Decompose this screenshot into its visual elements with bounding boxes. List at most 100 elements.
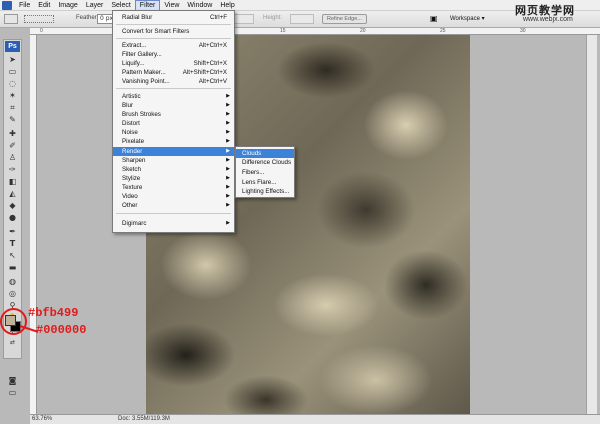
filter-menu-item-sharpen[interactable]: Sharpen ▶	[113, 156, 234, 165]
paint-bucket-tool-icon[interactable]: ◭	[6, 189, 19, 199]
move-tool-icon[interactable]: ➤	[6, 55, 19, 65]
menu-item-label: Noise	[122, 129, 138, 136]
menu-item-label: Extract...	[122, 42, 147, 49]
3d-orbit-tool-icon[interactable]: ◎	[6, 289, 19, 299]
ps-badge: Ps	[5, 41, 20, 52]
submenu-arrow-icon: ▶	[226, 93, 230, 99]
swap-colors-icon[interactable]: ⇄	[6, 338, 19, 348]
filter-menu-item-digimarc[interactable]: Digimarc ▶	[113, 219, 234, 228]
filter-menu-item-liquify[interactable]: Liquify... Shift+Ctrl+X	[113, 59, 234, 68]
3d-rotate-tool-icon[interactable]: ◍	[6, 277, 19, 287]
menu-item-label: Blur	[122, 102, 134, 109]
filter-menu-item-video[interactable]: Video ▶	[113, 192, 234, 201]
filter-menu-item-vanishing-point[interactable]: Vanishing Point... Alt+Ctrl+V	[113, 77, 234, 86]
refine-edge-button[interactable]: Refine Edge...	[322, 14, 367, 24]
height-label: Height:	[263, 15, 283, 21]
submenu-arrow-icon: ▶	[226, 111, 230, 117]
menu-item-label: Video	[122, 193, 138, 200]
height-input[interactable]	[290, 14, 314, 24]
lasso-tool-icon[interactable]: ◌	[6, 79, 19, 89]
submenu-arrow-icon: ▶	[226, 193, 230, 199]
history-brush-tool-icon[interactable]: ✑	[6, 165, 19, 175]
dodge-tool-icon[interactable]: ●	[6, 213, 19, 223]
render-menu-item-lighting-effects[interactable]: Lighting Effects...	[236, 187, 294, 196]
filter-menu-item-convert-smart-filters[interactable]: Convert for Smart Filters	[113, 27, 234, 36]
zoom-level[interactable]: 63.76%	[32, 416, 52, 422]
filter-menu-item-extract[interactable]: Extract... Alt+Ctrl+X	[113, 41, 234, 50]
workspace-button[interactable]: Workspace ▾	[450, 14, 485, 24]
blur-tool-icon[interactable]: ◆	[6, 201, 19, 211]
menu-layer[interactable]: Layer	[82, 0, 108, 11]
healing-brush-tool-icon[interactable]: ✚	[6, 129, 19, 139]
filter-menu-item-artistic[interactable]: Artistic ▶	[113, 92, 234, 101]
filter-menu-item-distort[interactable]: Distort ▶	[113, 119, 234, 128]
menu-item-label: Difference Clouds	[242, 159, 292, 166]
menu-edit[interactable]: Edit	[34, 0, 54, 11]
menu-item-shortcut: Ctrl+F	[209, 14, 227, 21]
marquee-tool-icon[interactable]: ▭	[6, 67, 19, 77]
filter-menu-item-filter-gallery[interactable]: Filter Gallery...	[113, 50, 234, 59]
menu-item-label: Clouds	[242, 150, 262, 157]
screen-mode-icon[interactable]: ▭	[6, 388, 19, 398]
slice-tool-icon[interactable]: ✎	[6, 115, 19, 125]
submenu-arrow-icon: ▶	[226, 175, 230, 181]
menu-item-label: Vanishing Point...	[122, 78, 170, 85]
menu-item-label: Convert for Smart Filters	[122, 28, 190, 35]
magic-wand-tool-icon[interactable]: ✶	[6, 91, 19, 101]
menu-item-label: Distort	[122, 120, 140, 127]
pen-tool-icon[interactable]: ✒	[6, 227, 19, 237]
render-menu-item-lens-flare[interactable]: Lens Flare...	[236, 178, 294, 187]
render-submenu: Clouds Difference Clouds Fibers... Lens …	[235, 146, 295, 198]
eraser-tool-icon[interactable]: ◧	[6, 177, 19, 187]
menu-item-label: Pattern Maker...	[122, 69, 166, 76]
submenu-arrow-icon: ▶	[226, 166, 230, 172]
menu-separator	[116, 88, 231, 89]
render-menu-item-difference-clouds[interactable]: Difference Clouds	[236, 158, 294, 167]
feather-label: Feather:	[76, 15, 99, 21]
vertical-scrollbar[interactable]	[586, 35, 597, 414]
filter-menu-item-pattern-maker[interactable]: Pattern Maker... Alt+Shift+Ctrl+X	[113, 68, 234, 77]
render-menu-item-fibers[interactable]: Fibers...	[236, 168, 294, 177]
menu-item-label: Render	[122, 148, 143, 155]
filter-menu-item-stylize[interactable]: Stylize ▶	[113, 174, 234, 183]
annotation-foreground-hex: #bfb499	[28, 306, 79, 320]
filter-menu-item-render[interactable]: Render ▶	[113, 147, 234, 156]
menu-item-shortcut: Shift+Ctrl+X	[193, 60, 227, 67]
menu-item-label: Artistic	[122, 93, 141, 100]
filter-menu-item-pixelate[interactable]: Pixelate ▶	[113, 137, 234, 146]
filter-menu-item-texture[interactable]: Texture ▶	[113, 183, 234, 192]
menu-item-label: Lens Flare...	[242, 179, 277, 186]
crop-tool-icon[interactable]: ⌗	[6, 103, 19, 113]
tool-preset-icon[interactable]	[4, 14, 18, 24]
type-tool-icon[interactable]: T	[6, 239, 19, 249]
menu-item-label: Other	[122, 202, 138, 209]
selection-mode-icon[interactable]	[24, 15, 54, 23]
ruler-tick: 30	[520, 28, 526, 34]
filter-menu-item-other[interactable]: Other ▶	[113, 201, 234, 210]
quick-mask-icon[interactable]: ◙	[6, 376, 19, 386]
document-size: Doc: 3.55M/119.3M	[118, 416, 170, 422]
menu-file[interactable]: File	[15, 0, 34, 11]
workspace-toggle-icon[interactable]: ▣	[430, 14, 442, 24]
submenu-arrow-icon: ▶	[226, 120, 230, 126]
submenu-arrow-icon: ▶	[226, 102, 230, 108]
ruler-tick: 0	[40, 28, 43, 34]
submenu-arrow-icon: ▶	[226, 202, 230, 208]
filter-menu-item-noise[interactable]: Noise ▶	[113, 128, 234, 137]
menu-item-label: Brush Strokes	[122, 111, 161, 118]
brush-tool-icon[interactable]: ✐	[6, 141, 19, 151]
filter-menu-item-brush-strokes[interactable]: Brush Strokes ▶	[113, 110, 234, 119]
menu-image[interactable]: Image	[54, 0, 81, 11]
render-menu-item-clouds[interactable]: Clouds	[236, 149, 294, 158]
filter-menu-item-radial-blur[interactable]: Radial Blur Ctrl+F	[113, 13, 234, 22]
path-selection-tool-icon[interactable]: ↖	[6, 251, 19, 261]
menu-item-shortcut: Alt+Ctrl+V	[198, 78, 227, 85]
submenu-arrow-icon: ▶	[226, 157, 230, 163]
menu-item-label: Sketch	[122, 166, 141, 173]
clone-stamp-tool-icon[interactable]: ♙	[6, 153, 19, 163]
filter-menu-item-blur[interactable]: Blur ▶	[113, 101, 234, 110]
filter-menu-item-sketch[interactable]: Sketch ▶	[113, 165, 234, 174]
submenu-arrow-icon: ▶	[226, 220, 230, 226]
status-bar: 63.76% Doc: 3.55M/119.3M	[30, 414, 600, 424]
shape-tool-icon[interactable]: ▬	[6, 263, 19, 273]
